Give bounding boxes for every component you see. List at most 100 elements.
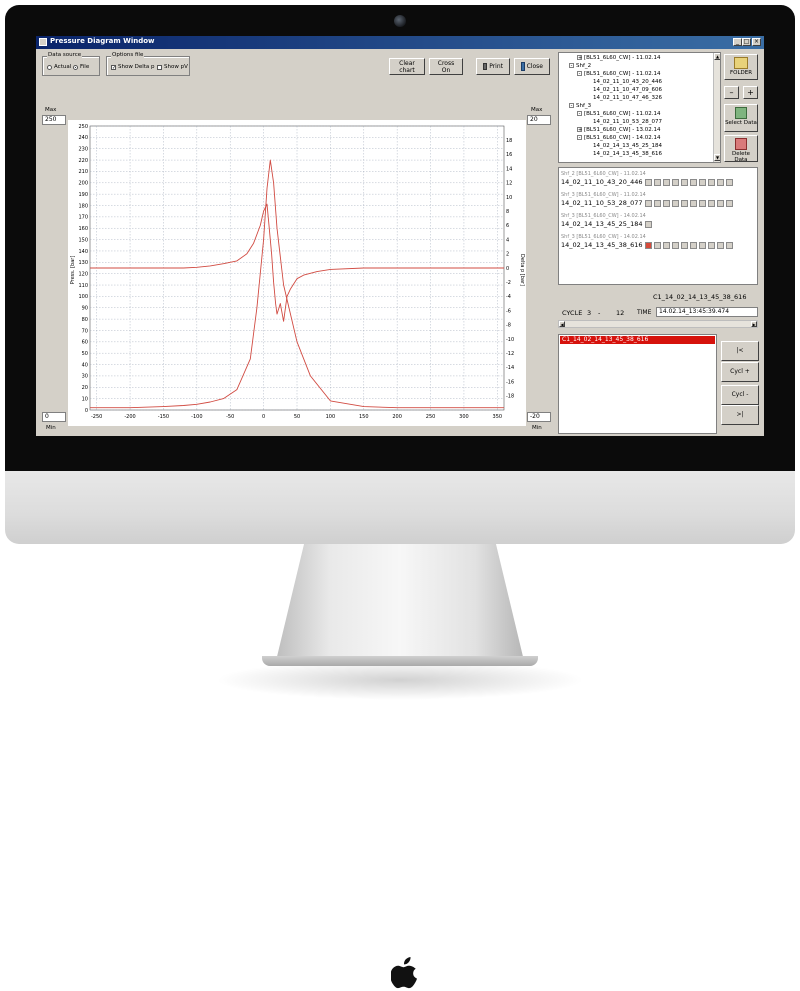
options-file-title: Options file: [111, 52, 145, 58]
tree-item[interactable]: 14_02_11_10_53_28_077: [593, 119, 662, 125]
cycle-list-item-selected[interactable]: C1_14_02_14_13_45_38_616: [560, 336, 715, 344]
cycle-toggle-box[interactable]: [690, 179, 697, 186]
x-tick-label: 300: [459, 414, 469, 420]
tree-scrollbar[interactable]: ▲ ▼: [713, 53, 720, 162]
tree-item[interactable]: + [BL51_6L60_CW] - 11.02.14: [577, 55, 660, 61]
close-window-icon[interactable]: ×: [752, 38, 761, 46]
tree-item[interactable]: 14_02_11_10_47_46_326: [593, 95, 662, 101]
cycle-slider[interactable]: ◀ ▶: [558, 320, 758, 328]
collapse-node-icon[interactable]: -: [577, 111, 582, 117]
dataset-name[interactable]: 14_02_11_10_43_20_446: [561, 178, 643, 186]
file-radio[interactable]: [73, 65, 78, 70]
pressure-chart[interactable]: -250 -200 -150 -100 -50 0 50 100 150 200 250 300 350…: [68, 120, 526, 426]
tree-item[interactable]: - Shf_3: [569, 103, 591, 109]
expand-node-icon[interactable]: +: [577, 127, 582, 133]
cycle-toggle-box[interactable]: [726, 242, 733, 249]
tree-item[interactable]: 14_02_11_10_43_20_446: [593, 79, 662, 85]
time-field[interactable]: 14.02.14_13:45:39.474: [656, 307, 758, 317]
cycle-toggle-box[interactable]: [672, 200, 679, 207]
prev-cycle-button[interactable]: Cycl -: [721, 385, 759, 405]
cycle-toggle-box[interactable]: [663, 200, 670, 207]
collapse-node-icon[interactable]: -: [569, 63, 574, 69]
show-pv-checkbox[interactable]: [157, 65, 162, 70]
slider-left-icon[interactable]: ◀: [559, 321, 565, 327]
cycle-toggle-box[interactable]: [681, 242, 688, 249]
y-tick-label-left: 130: [78, 260, 88, 266]
dataset-name[interactable]: 14_02_14_13_45_25_184: [561, 220, 643, 228]
cycle-toggle-box[interactable]: [717, 179, 724, 186]
show-delta-label: Show Delta p: [118, 64, 155, 70]
cycle-toggle-box[interactable]: [681, 179, 688, 186]
collapse-button[interactable]: –: [724, 86, 739, 99]
file-tree[interactable]: + [BL51_6L60_CW] - 11.02.14 - Shf_2 - [BL51_6…: [558, 52, 721, 163]
last-cycle-button[interactable]: >|: [721, 405, 759, 425]
cycle-toggle-box[interactable]: [672, 179, 679, 186]
close-button[interactable]: Close: [514, 58, 550, 75]
cycle-toggle-box[interactable]: [690, 242, 697, 249]
min-input-left[interactable]: 0: [42, 412, 66, 422]
print-button[interactable]: Print: [476, 58, 510, 75]
first-cycle-button[interactable]: |<: [721, 341, 759, 361]
camera-icon: [394, 15, 406, 27]
cycle-toggle-box[interactable]: [699, 242, 706, 249]
cycle-toggle-box[interactable]: [708, 200, 715, 207]
cycle-toggle-box[interactable]: [717, 200, 724, 207]
collapse-node-icon[interactable]: -: [577, 135, 582, 141]
collapse-node-icon[interactable]: -: [569, 103, 574, 109]
max-input-right[interactable]: 20: [527, 115, 551, 125]
cycle-toggle-box[interactable]: [699, 200, 706, 207]
tree-item[interactable]: - [BL51_6L60_CW] - 11.02.14: [577, 71, 660, 77]
cycle-toggle-box[interactable]: [654, 242, 661, 249]
cycle-toggle-box[interactable]: [717, 242, 724, 249]
dataset-name[interactable]: 14_02_14_13_45_38_616: [561, 241, 643, 249]
cycle-toggle-box[interactable]: [645, 221, 652, 228]
cycle-toggle-box[interactable]: [645, 200, 652, 207]
cycle-file-title: C1_14_02_14_13_45_38_616: [653, 293, 747, 301]
tree-item[interactable]: - [BL51_6L60_CW] - 11.02.14: [577, 111, 660, 117]
scroll-down-icon[interactable]: ▼: [714, 154, 720, 161]
cycle-toggle-box[interactable]: [654, 179, 661, 186]
cycle-toggle-box[interactable]: [681, 200, 688, 207]
select-data-button[interactable]: Select Data: [724, 104, 758, 132]
maximize-icon[interactable]: □: [742, 38, 751, 46]
expand-button[interactable]: +: [743, 86, 758, 99]
folder-icon: [734, 57, 748, 69]
show-delta-checkbox[interactable]: ✓: [111, 65, 116, 71]
max-input-left[interactable]: 250: [42, 115, 66, 125]
slider-right-icon[interactable]: ▶: [751, 321, 757, 327]
tree-item[interactable]: + [BL51_6L60_CW] - 13.02.14: [577, 127, 660, 133]
cycle-toggle-box[interactable]: [663, 179, 670, 186]
clear-chart-button[interactable]: Clear chart: [389, 58, 425, 75]
tree-item[interactable]: - Shf_2: [569, 63, 591, 69]
cycle-toggle-box[interactable]: [708, 179, 715, 186]
folder-button[interactable]: FOLDER: [724, 54, 758, 80]
cycle-toggle-box[interactable]: [672, 242, 679, 249]
y-tick-label-left: 160: [78, 226, 88, 232]
expand-node-icon[interactable]: +: [577, 55, 582, 61]
delete-data-button[interactable]: Delete Data: [724, 135, 758, 163]
select-data-label: Select Data: [725, 120, 757, 126]
cycle-list[interactable]: C1_14_02_14_13_45_38_616: [558, 334, 717, 434]
cycle-toggle-box[interactable]: [726, 179, 733, 186]
collapse-node-icon[interactable]: -: [577, 71, 582, 77]
cycle-toggle-box[interactable]: [663, 242, 670, 249]
cycle-toggle-box[interactable]: [699, 179, 706, 186]
cycle-label: CYCLE: [562, 309, 583, 317]
actual-radio[interactable]: [47, 65, 52, 70]
cycle-toggle-box[interactable]: [690, 200, 697, 207]
next-cycle-button[interactable]: Cycl +: [721, 362, 759, 382]
cycle-toggle-box[interactable]: [645, 242, 652, 249]
cycle-toggle-box[interactable]: [654, 200, 661, 207]
dataset-name[interactable]: 14_02_11_10_53_28_077: [561, 199, 643, 207]
scroll-up-icon[interactable]: ▲: [714, 53, 720, 60]
minimize-icon[interactable]: _: [733, 38, 742, 46]
cycle-toggle-box[interactable]: [726, 200, 733, 207]
cross-on-button[interactable]: Cross On: [429, 58, 463, 75]
tree-item[interactable]: - [BL51_6L60_CW] - 14.02.14: [577, 135, 660, 141]
tree-item[interactable]: 14_02_14_13_45_38_616: [593, 151, 662, 157]
tree-item[interactable]: 14_02_14_13_45_25_184: [593, 143, 662, 149]
min-input-right[interactable]: -20: [527, 412, 551, 422]
tree-item[interactable]: 14_02_11_10_47_09_606: [593, 87, 662, 93]
cycle-toggle-box[interactable]: [645, 179, 652, 186]
cycle-toggle-box[interactable]: [708, 242, 715, 249]
